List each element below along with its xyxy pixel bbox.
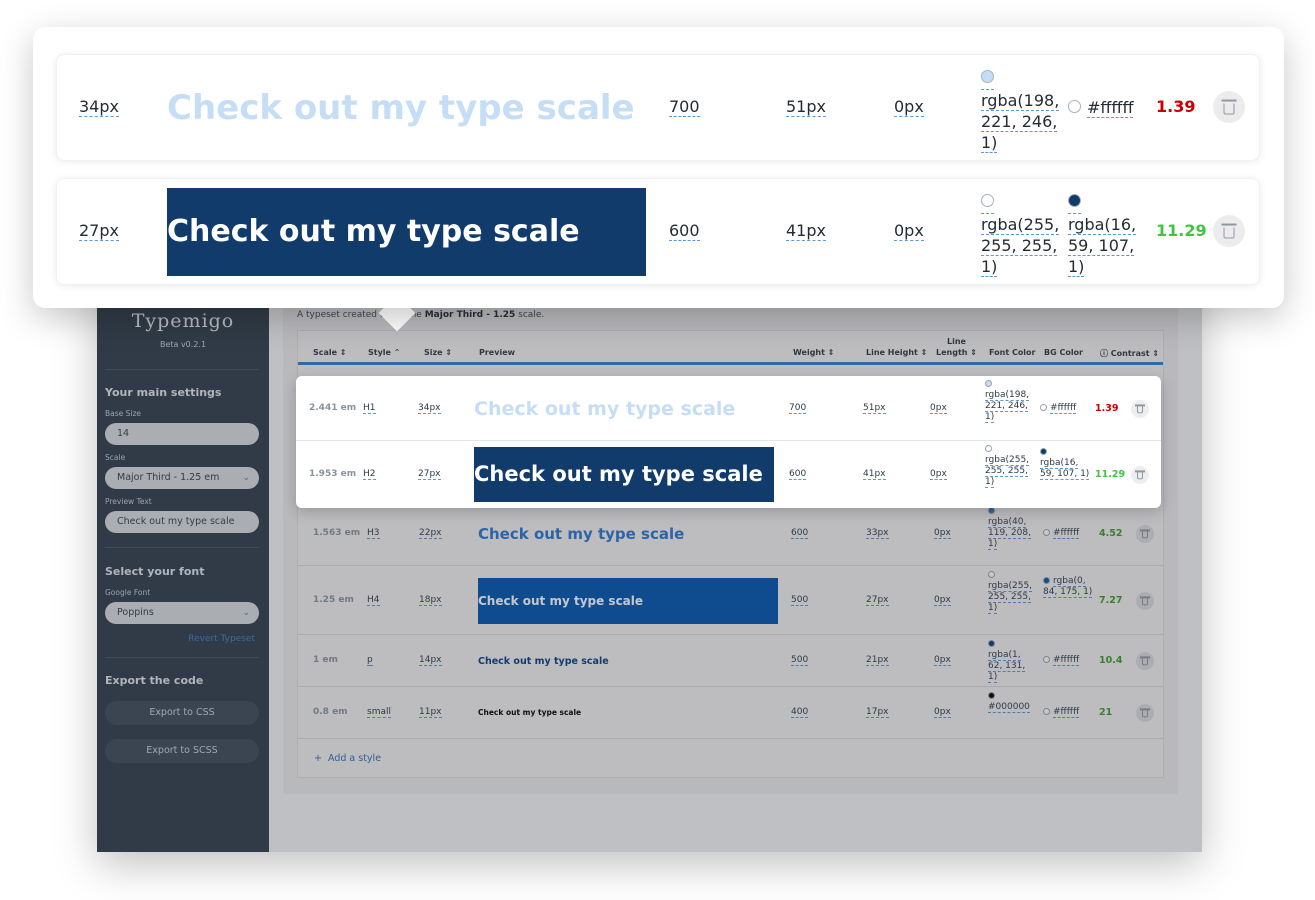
trash-icon (1135, 470, 1145, 480)
zoom-callout: 34px Check out my type scale 700 51px 0px rgb… (33, 27, 1284, 308)
line-height-value[interactable]: 41px (863, 469, 886, 480)
bg-color-swatch[interactable] (1068, 100, 1081, 113)
line-height-value[interactable]: 51px (786, 97, 826, 117)
style-name[interactable]: H1 (363, 403, 376, 414)
weight-value[interactable]: 700 (669, 97, 700, 117)
zoomed-table-row: 27px Check out my type scale 600 41px 0px rgb… (56, 178, 1260, 285)
font-color-text: 221, 246, (981, 112, 1058, 132)
font-color-value[interactable]: rgba(255, 255, 255, 1) (981, 191, 1060, 277)
font-color-text: rgba(198, 221, 246, 1) (985, 390, 1030, 423)
delete-style-button[interactable] (1213, 215, 1245, 247)
font-color-value[interactable]: rgba(198, 221, 246, 1) (985, 379, 1033, 423)
contrast-ratio: 1.39 (1095, 403, 1119, 414)
trash-icon (1135, 404, 1145, 414)
bg-color-value[interactable]: #ffffff (1040, 403, 1090, 414)
weight-value[interactable]: 700 (789, 403, 807, 414)
trash-bin (1223, 227, 1235, 239)
preview-text: Check out my type scale (167, 83, 646, 133)
bg-color-text: 1) (1068, 257, 1085, 277)
zoomed-table-row: 34px Check out my type scale 700 51px 0px rgb… (56, 54, 1260, 161)
size-value[interactable]: 27px (79, 221, 119, 241)
trash-bin (1137, 406, 1143, 414)
font-color-text: rgba(198, (981, 91, 1060, 111)
font-color-text: 1) (981, 257, 998, 277)
bg-color-swatch-wrap[interactable] (1068, 191, 1081, 214)
line-height-value[interactable]: 51px (863, 403, 886, 414)
line-length-value[interactable]: 0px (894, 97, 924, 117)
bg-color-value[interactable]: rgba(16, 59, 107, 1) (1040, 447, 1090, 480)
bg-color-text: rgba(16, 59, 107, 1) (1040, 458, 1090, 480)
contrast-ratio: 11.29 (1095, 469, 1126, 480)
bg-color-value[interactable]: #ffffff (1068, 97, 1134, 119)
font-color-swatch[interactable] (985, 445, 992, 452)
delete-style-button[interactable] (1131, 400, 1149, 418)
scale-value: 1.953 em (309, 469, 357, 479)
bg-color-swatch[interactable] (1040, 404, 1047, 411)
bg-color-swatch[interactable] (1040, 448, 1047, 455)
font-color-text: 1) (981, 133, 998, 153)
line-height-value[interactable]: 41px (786, 221, 826, 241)
font-color-text: 255, 255, (981, 236, 1058, 256)
highlighted-rows-card: 2.441 em H1 34px Check out my type scale 700… (296, 376, 1161, 508)
font-color-text: rgba(255, 255, 255, 1) (985, 455, 1030, 488)
font-color-swatch-wrap[interactable] (981, 191, 994, 214)
size-value[interactable]: 34px (79, 97, 119, 117)
preview-text: Check out my type scale (474, 394, 774, 424)
size-value[interactable]: 34px (418, 403, 441, 414)
style-name[interactable]: H2 (363, 469, 376, 480)
bg-color-text: #ffffff (1087, 98, 1134, 118)
bg-color-swatch[interactable] (1068, 194, 1081, 207)
scale-value: 2.441 em (309, 403, 357, 413)
size-value[interactable]: 27px (418, 469, 441, 480)
trash-icon (1221, 99, 1237, 115)
font-color-swatch[interactable] (981, 70, 994, 83)
font-color-text: rgba(255, (981, 215, 1060, 235)
delete-style-button[interactable] (1131, 466, 1149, 484)
contrast-ratio: 1.39 (1156, 97, 1196, 116)
font-color-value[interactable]: rgba(198, 221, 246, 1) (981, 67, 1060, 153)
weight-value[interactable]: 600 (789, 469, 807, 480)
delete-style-button[interactable] (1213, 91, 1245, 123)
bg-color-text: #ffffff (1050, 403, 1077, 414)
bg-color-value[interactable]: rgba(16, 59, 107, 1) (1068, 191, 1137, 277)
trash-lid (1221, 99, 1237, 102)
weight-value[interactable]: 600 (669, 221, 700, 241)
table-row: 2.441 em H1 34px Check out my type scale 700… (296, 376, 1161, 441)
font-color-value[interactable]: rgba(255, 255, 255, 1) (985, 444, 1033, 488)
trash-bin (1137, 472, 1143, 480)
line-length-value[interactable]: 0px (930, 403, 947, 414)
bg-color-swatch-wrap[interactable] (1068, 97, 1081, 119)
table-row: 1.953 em H2 27px Check out my type scale 600… (296, 441, 1161, 508)
font-color-swatch-wrap[interactable] (981, 67, 994, 90)
font-color-swatch[interactable] (981, 194, 994, 207)
line-length-value[interactable]: 0px (930, 469, 947, 480)
preview-text: Check out my type scale (167, 188, 646, 276)
trash-lid (1221, 223, 1237, 226)
font-color-swatch[interactable] (985, 380, 992, 387)
bg-color-text: 59, 107, (1068, 236, 1135, 256)
line-length-value[interactable]: 0px (894, 221, 924, 241)
preview-text: Check out my type scale (474, 447, 774, 502)
bg-color-text: rgba(16, (1068, 215, 1137, 235)
trash-icon (1221, 223, 1237, 239)
contrast-ratio: 11.29 (1156, 221, 1207, 240)
trash-bin (1223, 103, 1235, 115)
